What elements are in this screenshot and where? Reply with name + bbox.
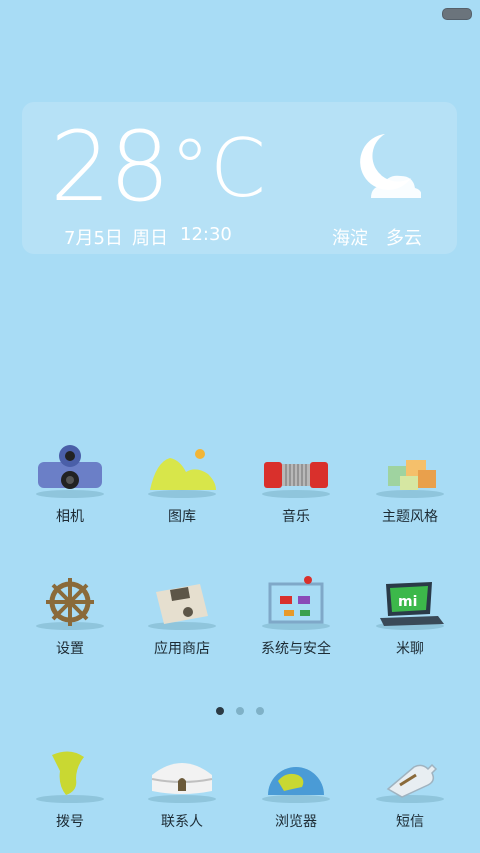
app-themes[interactable]: 主题风格 (354, 440, 466, 526)
page-dot[interactable] (216, 707, 224, 715)
page-dot[interactable] (256, 707, 264, 715)
time-text: 12:30 (180, 224, 232, 245)
condition-text: 多云 (386, 228, 422, 249)
app-label: 系统与安全 (261, 641, 331, 657)
themes-cubes-icon (376, 460, 444, 498)
location-text: 海淀 (332, 228, 368, 249)
app-browser[interactable]: 浏览器 (240, 745, 352, 831)
app-dialer[interactable]: 拨号 (14, 745, 126, 831)
security-frame-icon (262, 576, 330, 630)
app-label: 米聊 (396, 641, 424, 657)
app-label: 联系人 (161, 814, 203, 830)
app-gallery[interactable]: 图库 (126, 440, 238, 526)
gallery-icon (148, 449, 216, 498)
ship-wheel-icon (36, 578, 104, 630)
app-label: 拨号 (56, 814, 84, 830)
weekday-text: 周日 (132, 228, 168, 249)
app-messages[interactable]: 短信 (354, 745, 466, 831)
phone-handset-icon (36, 751, 104, 803)
page-dot[interactable] (236, 707, 244, 715)
app-label: 主题风格 (382, 509, 438, 525)
app-settings[interactable]: 设置 (14, 572, 126, 658)
weather-widget[interactable]: 28 °C 7月5日 周日 12:30 海淀 多云 (22, 102, 457, 254)
app-contacts[interactable]: 联系人 (126, 745, 238, 831)
contacts-yurt-icon (148, 763, 216, 803)
app-camera[interactable]: 相机 (14, 440, 126, 526)
temperature-value: 28 (50, 111, 170, 223)
app-label: 音乐 (282, 509, 310, 525)
app-label: 短信 (396, 814, 424, 830)
app-label: 浏览器 (275, 814, 317, 830)
moon-cloud-icon (360, 134, 421, 198)
camera-icon (36, 445, 104, 498)
floppy-disk-icon (148, 584, 216, 630)
page-indicator[interactable] (0, 700, 480, 719)
app-label: 相机 (56, 509, 84, 525)
message-bottle-icon (376, 763, 444, 803)
globe-icon (262, 767, 330, 803)
battery-icon (442, 8, 472, 20)
app-store[interactable]: 应用商店 (126, 572, 238, 658)
app-mitalk[interactable]: mi 米聊 (354, 572, 466, 658)
app-security[interactable]: 系统与安全 (240, 572, 352, 658)
app-label: 应用商店 (154, 641, 210, 657)
date-text: 7月5日 (64, 228, 123, 249)
app-label: 设置 (56, 641, 84, 657)
svg-text:mi: mi (398, 594, 417, 610)
mi-laptop-icon: mi (376, 582, 444, 630)
temperature-unit: °C (170, 122, 266, 215)
app-music[interactable]: 音乐 (240, 440, 352, 526)
music-accordion-icon (262, 462, 330, 498)
app-label: 图库 (168, 509, 196, 525)
